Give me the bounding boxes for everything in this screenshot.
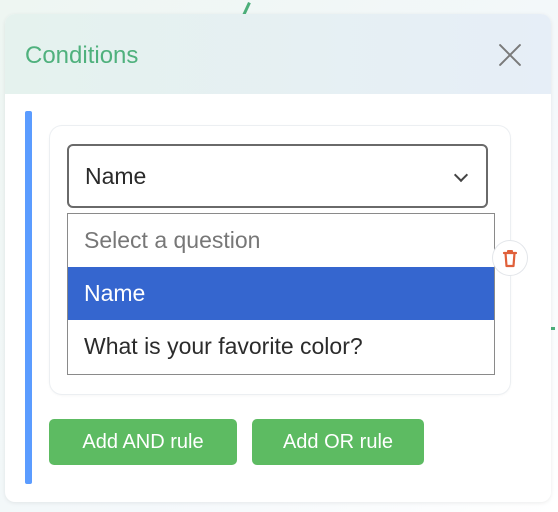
modal-title: Conditions [25,42,139,69]
add-and-rule-button[interactable]: Add AND rule [49,419,237,465]
rule-group: Name Select a question Name What is your… [25,111,533,484]
dropdown-option-favorite-color[interactable]: What is your favorite color? [68,320,494,373]
dropdown-option-placeholder[interactable]: Select a question [68,214,494,267]
close-icon[interactable] [497,42,523,68]
question-select-value: Name [85,163,147,189]
rule-group-indicator [25,111,32,484]
question-select[interactable]: Name [67,144,488,208]
question-dropdown-list: Select a question Name What is your favo… [67,213,495,375]
trash-icon [502,250,518,268]
conditions-modal: Conditions Name Select a question Name W… [5,14,551,502]
modal-header: Conditions [5,14,551,94]
delete-rule-button[interactable] [493,241,527,275]
chevron-down-icon [453,167,469,183]
add-or-rule-button[interactable]: Add OR rule [252,419,424,465]
rule-card: Name Select a question Name What is your… [50,126,510,394]
dropdown-option-name[interactable]: Name [68,267,494,320]
